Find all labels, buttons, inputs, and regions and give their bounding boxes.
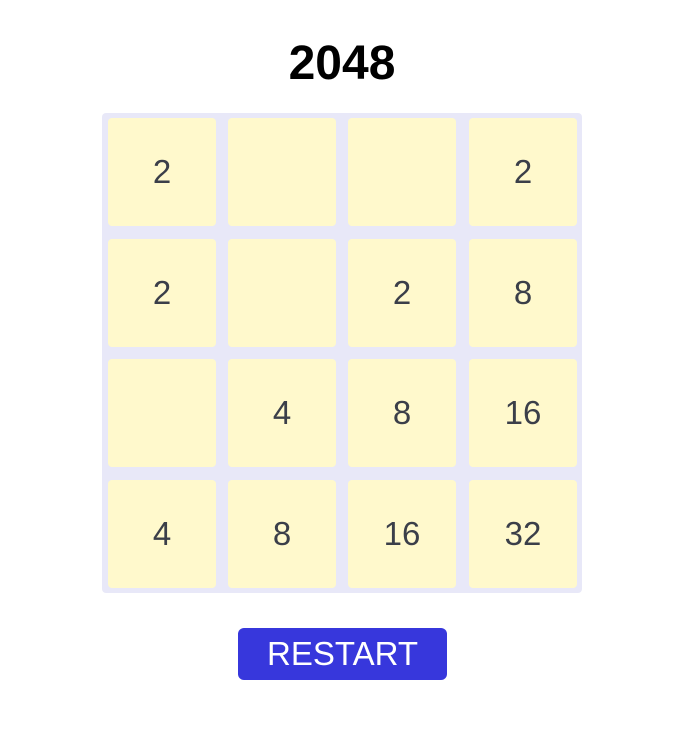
tile-r3-c3: 32: [469, 480, 577, 588]
tile-r0-c3: 2: [469, 118, 577, 226]
tile-r2-c3: 16: [469, 359, 577, 467]
tile-r1-c1: [228, 239, 336, 347]
tile-r2-c0: [108, 359, 216, 467]
tile-r0-c2: [348, 118, 456, 226]
tile-r2-c2: 8: [348, 359, 456, 467]
game-board: 2 2 2 2 8 4 8 16 4 8 16 32: [102, 113, 582, 593]
tile-r0-c1: [228, 118, 336, 226]
tile-r2-c1: 4: [228, 359, 336, 467]
tile-r3-c0: 4: [108, 480, 216, 588]
game-title: 2048: [288, 37, 396, 90]
tile-r1-c2: 2: [348, 239, 456, 347]
tile-r3-c1: 8: [228, 480, 336, 588]
tile-r1-c3: 8: [469, 239, 577, 347]
tile-r1-c0: 2: [108, 239, 216, 347]
restart-button[interactable]: RESTART: [238, 628, 447, 680]
tile-r3-c2: 16: [348, 480, 456, 588]
tile-r0-c0: 2: [108, 118, 216, 226]
